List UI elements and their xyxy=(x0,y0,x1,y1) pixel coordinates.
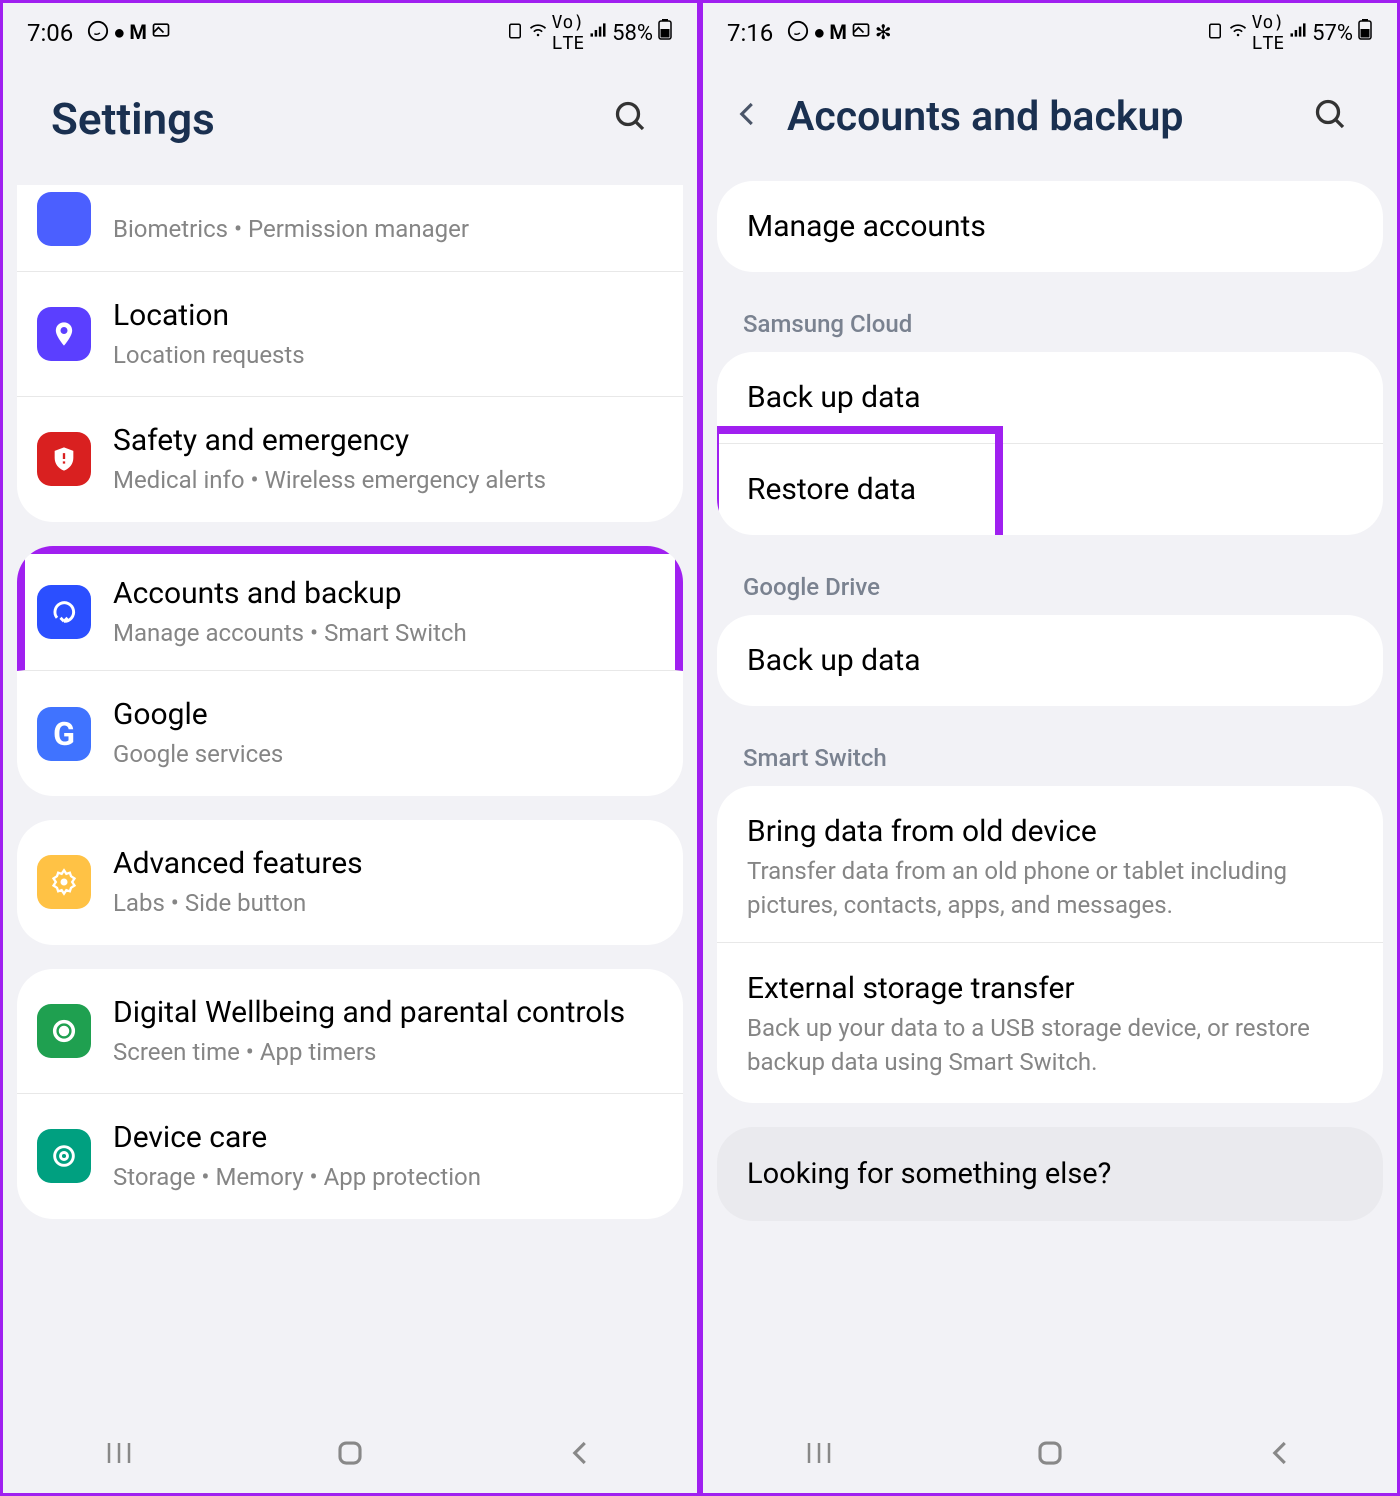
accounts-header: Accounts and backup xyxy=(703,63,1397,181)
settings-item-biometrics[interactable]: Biometrics • Permission manager xyxy=(17,185,683,272)
volte-icon: Vo)LTE xyxy=(1252,12,1285,54)
settings-item-wellbeing[interactable]: Digital Wellbeing and parental controls … xyxy=(17,969,683,1095)
chat-icon: ● xyxy=(113,20,125,47)
restore-data-item[interactable]: Restore data xyxy=(717,444,1383,535)
back-icon[interactable] xyxy=(733,96,763,138)
item-subtitle: Screen time • App timers xyxy=(113,1036,663,1070)
phone-left: 7:06 ● M Vo)LTE 58% xyxy=(0,0,700,1496)
item-subtitle: Biometrics • Permission manager xyxy=(113,213,663,247)
fan-icon: ✻ xyxy=(875,20,892,47)
chat-icon: ● xyxy=(813,20,825,47)
sync-icon xyxy=(37,585,91,639)
photo-icon xyxy=(851,20,871,47)
nav-bar xyxy=(3,1417,697,1493)
recents-button[interactable] xyxy=(804,1438,834,1472)
battery-icon xyxy=(1357,19,1373,47)
item-desc: Transfer data from an old phone or table… xyxy=(747,855,1353,922)
item-subtitle: Storage • Memory • App protection xyxy=(113,1161,663,1195)
item-title: Accounts and backup xyxy=(113,574,663,613)
location-icon xyxy=(37,307,91,361)
back-button[interactable] xyxy=(1266,1438,1296,1472)
biometrics-icon xyxy=(37,192,91,246)
section-samsung-cloud: Samsung Cloud xyxy=(703,296,1397,352)
whatsapp-icon xyxy=(87,20,109,47)
volte-icon: Vo)LTE xyxy=(552,12,585,54)
status-notification-icons: ● M xyxy=(87,20,171,47)
settings-group-accounts: Accounts and backup Manage accounts • Sm… xyxy=(17,546,683,796)
status-time: 7:16 xyxy=(727,19,773,47)
item-subtitle: Labs • Side button xyxy=(113,887,663,921)
gmail-icon: M xyxy=(829,20,847,47)
status-bar: 7:16 ● M ✻ Vo)LTE xyxy=(703,3,1397,63)
settings-item-google[interactable]: G Google Google services xyxy=(17,671,683,796)
item-title: Bring data from old device xyxy=(747,814,1353,849)
photo-icon xyxy=(151,20,171,47)
samsung-cloud-card: Back up data Restore data xyxy=(717,352,1383,535)
status-notification-icons: ● M ✻ xyxy=(787,20,891,47)
home-button[interactable] xyxy=(1035,1438,1065,1472)
recents-button[interactable] xyxy=(104,1438,134,1472)
item-subtitle: Google services xyxy=(113,738,663,772)
wifi-icon xyxy=(528,20,548,46)
item-subtitle: Manage accounts • Smart Switch xyxy=(113,617,663,651)
search-icon[interactable] xyxy=(613,99,649,139)
phone-right: 7:16 ● M ✻ Vo)LTE xyxy=(700,0,1400,1496)
google-icon: G xyxy=(37,707,91,761)
settings-item-safety[interactable]: Safety and emergency Medical info • Wire… xyxy=(17,397,683,522)
settings-group-wellbeing: Digital Wellbeing and parental controls … xyxy=(17,969,683,1219)
safety-icon xyxy=(37,432,91,486)
settings-item-location[interactable]: Location Location requests xyxy=(17,272,683,398)
settings-item-advanced[interactable]: Advanced features Labs • Side button xyxy=(17,820,683,945)
signal-icon xyxy=(588,20,608,46)
looking-for-item[interactable]: Looking for something else? xyxy=(717,1127,1383,1221)
bring-data-item[interactable]: Bring data from old device Transfer data… xyxy=(717,786,1383,943)
item-title: Digital Wellbeing and parental controls xyxy=(113,993,663,1032)
page-title: Accounts and backup xyxy=(787,93,1183,141)
battery-saver-icon xyxy=(506,21,524,46)
home-button[interactable] xyxy=(335,1438,365,1472)
search-icon[interactable] xyxy=(1313,97,1349,137)
back-button[interactable] xyxy=(566,1438,596,1472)
battery-saver-icon xyxy=(1206,21,1224,46)
section-smart-switch: Smart Switch xyxy=(703,730,1397,786)
gear-icon xyxy=(37,855,91,909)
backup-data-item[interactable]: Back up data xyxy=(717,352,1383,444)
battery-text: 57% xyxy=(1312,21,1353,46)
device-care-icon xyxy=(37,1129,91,1183)
item-subtitle: Location requests xyxy=(113,339,663,373)
item-title: Safety and emergency xyxy=(113,421,663,460)
page-title: Settings xyxy=(51,93,215,145)
wellbeing-icon xyxy=(37,1004,91,1058)
manage-accounts-item[interactable]: Manage accounts xyxy=(717,181,1383,272)
item-desc: Back up your data to a USB storage devic… xyxy=(747,1012,1353,1079)
google-drive-card: Back up data xyxy=(717,615,1383,706)
manage-accounts-card: Manage accounts xyxy=(717,181,1383,272)
settings-item-accounts-backup[interactable]: Accounts and backup Manage accounts • Sm… xyxy=(17,546,683,672)
wifi-icon xyxy=(1228,20,1248,46)
gmail-icon: M xyxy=(129,20,147,47)
section-google-drive: Google Drive xyxy=(703,559,1397,615)
nav-bar xyxy=(703,1417,1397,1493)
external-storage-item[interactable]: External storage transfer Back up your d… xyxy=(717,943,1383,1103)
backup-data-gd-item[interactable]: Back up data xyxy=(717,615,1383,706)
item-title: External storage transfer xyxy=(747,971,1353,1006)
battery-icon xyxy=(657,19,673,47)
status-bar: 7:06 ● M Vo)LTE 58% xyxy=(3,3,697,63)
status-time: 7:06 xyxy=(27,19,73,47)
item-title: Location xyxy=(113,296,663,335)
settings-group-advanced: Advanced features Labs • Side button xyxy=(17,820,683,945)
item-title: Advanced features xyxy=(113,844,663,883)
settings-header: Settings xyxy=(3,63,697,185)
signal-icon xyxy=(1288,20,1308,46)
settings-item-device-care[interactable]: Device care Storage • Memory • App prote… xyxy=(17,1094,683,1219)
item-subtitle: Medical info • Wireless emergency alerts xyxy=(113,464,663,498)
battery-text: 58% xyxy=(612,21,653,46)
smart-switch-card: Bring data from old device Transfer data… xyxy=(717,786,1383,1103)
settings-group-partial: Biometrics • Permission manager Location… xyxy=(17,185,683,522)
whatsapp-icon xyxy=(787,20,809,47)
item-title: Google xyxy=(113,695,663,734)
item-title: Device care xyxy=(113,1118,663,1157)
